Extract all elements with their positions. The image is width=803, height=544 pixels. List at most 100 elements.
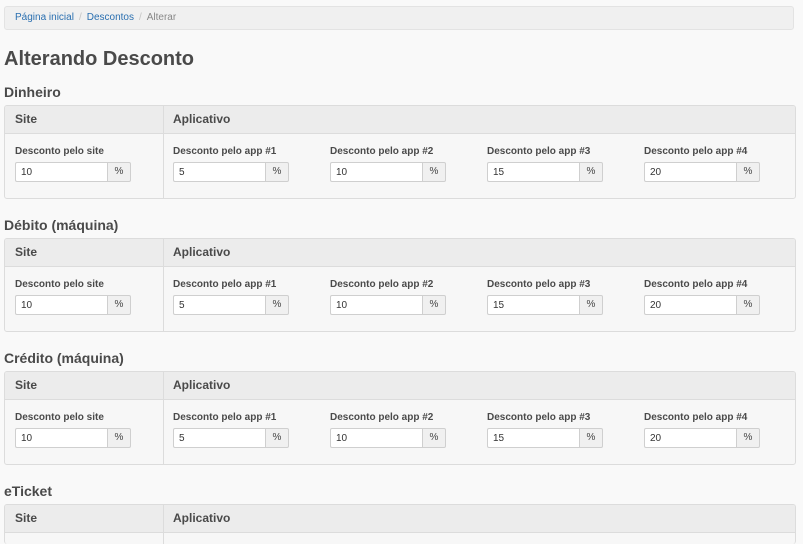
- page-title: Alterando Desconto: [4, 48, 195, 70]
- column-header-site: Site: [15, 378, 38, 392]
- discount-panel-credito: Site Aplicativo Desconto pelo site % Des…: [4, 371, 796, 465]
- input-site-discount[interactable]: [15, 162, 107, 182]
- percent-addon: %: [107, 428, 131, 448]
- label-app3-discount: Desconto pelo app #3: [487, 279, 591, 290]
- input-app1-discount[interactable]: [173, 162, 265, 182]
- field-app3-discount: Desconto pelo app #3 %: [487, 412, 603, 448]
- input-group-app2-discount: %: [330, 428, 446, 448]
- label-site-discount: Desconto pelo site: [15, 412, 104, 423]
- input-group-app4-discount: %: [644, 295, 760, 315]
- input-app3-discount[interactable]: [487, 295, 579, 315]
- input-group-app2-discount: %: [330, 295, 446, 315]
- input-app4-discount[interactable]: [644, 428, 736, 448]
- percent-addon: %: [422, 428, 446, 448]
- column-header-aplicativo: Aplicativo: [173, 245, 231, 259]
- label-app4-discount: Desconto pelo app #4: [644, 412, 748, 423]
- input-group-app2-discount: %: [330, 162, 446, 182]
- input-group-app3-discount: %: [487, 428, 603, 448]
- discount-panel-debito: Site Aplicativo Desconto pelo site % Des…: [4, 238, 796, 332]
- input-group-app3-discount: %: [487, 295, 603, 315]
- column-header-site: Site: [15, 511, 38, 525]
- label-site-discount: Desconto pelo site: [15, 146, 104, 157]
- breadcrumb-current: Alterar: [146, 12, 177, 23]
- column-divider: [163, 239, 164, 331]
- breadcrumb-descontos-link[interactable]: Descontos: [87, 12, 134, 23]
- breadcrumb-separator: /: [138, 12, 142, 23]
- discount-panel-dinheiro: Site Aplicativo Desconto pelo site % Des…: [4, 105, 796, 199]
- percent-addon: %: [579, 428, 603, 448]
- discount-panel-eticket: Site Aplicativo: [4, 504, 796, 544]
- percent-addon: %: [422, 162, 446, 182]
- field-app2-discount: Desconto pelo app #2 %: [330, 146, 446, 182]
- field-app3-discount: Desconto pelo app #3 %: [487, 146, 603, 182]
- percent-addon: %: [736, 295, 760, 315]
- label-app1-discount: Desconto pelo app #1: [173, 279, 277, 290]
- field-site-discount: Desconto pelo site %: [15, 279, 131, 315]
- panel-header: Site Aplicativo: [5, 372, 795, 400]
- input-site-discount[interactable]: [15, 428, 107, 448]
- field-app3-discount: Desconto pelo app #3 %: [487, 279, 603, 315]
- panel-header: Site Aplicativo: [5, 106, 795, 134]
- field-site-discount: Desconto pelo site %: [15, 412, 131, 448]
- column-header-aplicativo: Aplicativo: [173, 112, 231, 126]
- label-app3-discount: Desconto pelo app #3: [487, 146, 591, 157]
- input-group-app1-discount: %: [173, 428, 289, 448]
- input-app1-discount[interactable]: [173, 295, 265, 315]
- input-group-site-discount: %: [15, 162, 131, 182]
- percent-addon: %: [579, 295, 603, 315]
- input-app4-discount[interactable]: [644, 162, 736, 182]
- input-site-discount[interactable]: [15, 295, 107, 315]
- column-divider: [163, 106, 164, 198]
- label-app2-discount: Desconto pelo app #2: [330, 279, 434, 290]
- input-app1-discount[interactable]: [173, 428, 265, 448]
- input-group-app4-discount: %: [644, 162, 760, 182]
- percent-addon: %: [579, 162, 603, 182]
- field-app4-discount: Desconto pelo app #4 %: [644, 146, 760, 182]
- label-site-discount: Desconto pelo site: [15, 279, 104, 290]
- percent-addon: %: [107, 162, 131, 182]
- panel-header: Site Aplicativo: [5, 239, 795, 267]
- breadcrumb: Página inicial / Descontos / Alterar: [4, 6, 794, 30]
- percent-addon: %: [265, 162, 289, 182]
- input-group-site-discount: %: [15, 295, 131, 315]
- input-group-app1-discount: %: [173, 295, 289, 315]
- column-header-aplicativo: Aplicativo: [173, 378, 231, 392]
- label-app1-discount: Desconto pelo app #1: [173, 412, 277, 423]
- percent-addon: %: [265, 295, 289, 315]
- input-app2-discount[interactable]: [330, 162, 422, 182]
- field-app4-discount: Desconto pelo app #4 %: [644, 279, 760, 315]
- input-app3-discount[interactable]: [487, 428, 579, 448]
- field-app1-discount: Desconto pelo app #1 %: [173, 412, 289, 448]
- input-app3-discount[interactable]: [487, 162, 579, 182]
- label-app2-discount: Desconto pelo app #2: [330, 412, 434, 423]
- breadcrumb-separator: /: [78, 12, 82, 23]
- percent-addon: %: [422, 295, 446, 315]
- column-header-site: Site: [15, 112, 38, 126]
- input-group-app4-discount: %: [644, 428, 760, 448]
- input-group-app3-discount: %: [487, 162, 603, 182]
- label-app4-discount: Desconto pelo app #4: [644, 279, 748, 290]
- percent-addon: %: [107, 295, 131, 315]
- section-title-debito: Débito (máquina): [4, 217, 119, 233]
- input-app2-discount[interactable]: [330, 295, 422, 315]
- field-app1-discount: Desconto pelo app #1 %: [173, 146, 289, 182]
- input-app4-discount[interactable]: [644, 295, 736, 315]
- label-app4-discount: Desconto pelo app #4: [644, 146, 748, 157]
- percent-addon: %: [265, 428, 289, 448]
- label-app1-discount: Desconto pelo app #1: [173, 146, 277, 157]
- field-app2-discount: Desconto pelo app #2 %: [330, 279, 446, 315]
- label-app3-discount: Desconto pelo app #3: [487, 412, 591, 423]
- column-divider: [163, 505, 164, 544]
- field-site-discount: Desconto pelo site %: [15, 146, 131, 182]
- input-group-site-discount: %: [15, 428, 131, 448]
- breadcrumb-home-link[interactable]: Página inicial: [15, 12, 74, 23]
- field-app4-discount: Desconto pelo app #4 %: [644, 412, 760, 448]
- percent-addon: %: [736, 162, 760, 182]
- label-app2-discount: Desconto pelo app #2: [330, 146, 434, 157]
- input-app2-discount[interactable]: [330, 428, 422, 448]
- input-group-app1-discount: %: [173, 162, 289, 182]
- column-header-aplicativo: Aplicativo: [173, 511, 231, 525]
- field-app1-discount: Desconto pelo app #1 %: [173, 279, 289, 315]
- section-title-credito: Crédito (máquina): [4, 350, 124, 366]
- section-title-eticket: eTicket: [4, 483, 52, 499]
